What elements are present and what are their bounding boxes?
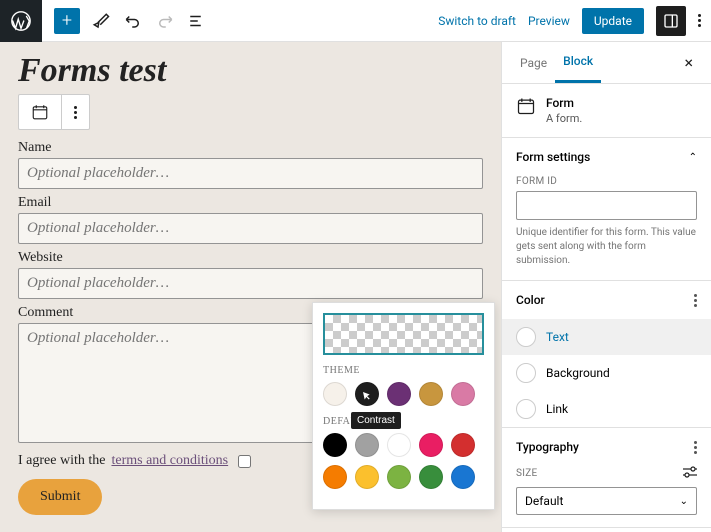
default-swatch[interactable]	[387, 465, 411, 489]
submit-button[interactable]: Submit	[18, 479, 102, 515]
custom-color-swatch[interactable]	[323, 313, 484, 355]
default-swatch[interactable]	[387, 433, 411, 457]
chevron-up-icon: ⌃	[689, 152, 697, 163]
default-swatch[interactable]	[355, 433, 379, 457]
default-swatch[interactable]	[323, 433, 347, 457]
text-color-swatch	[516, 327, 536, 347]
form-block-icon	[516, 96, 536, 119]
typography-panel-options-icon[interactable]	[694, 441, 697, 454]
block-name: Form	[546, 96, 582, 110]
default-swatch[interactable]	[323, 465, 347, 489]
color-text-row[interactable]: Text	[502, 319, 711, 355]
settings-toggle-icon[interactable]	[656, 6, 686, 36]
theme-swatch[interactable]	[323, 382, 347, 406]
form-block-icon[interactable]	[19, 95, 62, 129]
update-button[interactable]: Update	[582, 8, 644, 34]
chevron-down-icon: ⌄	[680, 496, 688, 507]
theme-swatch[interactable]	[451, 382, 475, 406]
website-label: Website	[18, 250, 483, 266]
wordpress-logo[interactable]	[0, 0, 42, 42]
dimensions-panel-header[interactable]: Dimensions +	[502, 528, 711, 532]
redo-icon[interactable]	[154, 10, 176, 32]
size-label: SIZE	[516, 468, 538, 479]
theme-swatch[interactable]	[419, 382, 443, 406]
website-input[interactable]	[18, 268, 483, 299]
settings-sidebar: Page Block × Form A form. Form settings …	[501, 42, 711, 532]
default-swatch[interactable]	[451, 465, 475, 489]
default-swatch[interactable]	[419, 465, 443, 489]
email-input[interactable]	[18, 213, 483, 244]
typography-panel-header[interactable]: Typography	[502, 428, 711, 466]
block-options-icon[interactable]	[62, 95, 89, 129]
default-swatch[interactable]	[451, 433, 475, 457]
color-panel-options-icon[interactable]	[694, 294, 697, 307]
terms-link[interactable]: terms and conditions	[111, 453, 228, 469]
color-panel-header[interactable]: Color	[502, 281, 711, 319]
email-label: Email	[18, 195, 483, 211]
preview-button[interactable]: Preview	[528, 14, 570, 28]
theme-swatch[interactable]	[387, 382, 411, 406]
swatch-tooltip: Contrast	[351, 412, 401, 429]
theme-palette-label: THEME	[323, 365, 484, 376]
outline-icon[interactable]	[186, 10, 208, 32]
font-size-select[interactable]: Default ⌄	[516, 487, 697, 515]
undo-icon[interactable]	[122, 10, 144, 32]
block-toolbar	[18, 94, 90, 130]
form-settings-panel-header[interactable]: Form settings ⌃	[502, 138, 711, 176]
consent-checkbox[interactable]	[238, 455, 251, 468]
add-block-button[interactable]: +	[54, 8, 80, 34]
form-id-label: FORM ID	[516, 176, 697, 187]
name-input[interactable]	[18, 158, 483, 189]
theme-swatch[interactable]	[355, 382, 379, 406]
tab-page[interactable]: Page	[512, 44, 555, 82]
link-color-swatch	[516, 399, 536, 419]
switch-to-draft-button[interactable]: Switch to draft	[438, 14, 516, 28]
name-label: Name	[18, 140, 483, 156]
default-palette-label: DEFAULT	[323, 416, 484, 427]
color-background-row[interactable]: Background	[502, 355, 711, 391]
default-swatch[interactable]	[419, 433, 443, 457]
background-color-swatch	[516, 363, 536, 383]
color-picker-popover: THEME Contrast DEFAULT	[312, 302, 495, 510]
color-link-row[interactable]: Link	[502, 391, 711, 427]
form-id-help: Unique identifier for this form. This va…	[516, 226, 697, 268]
consent-prefix: I agree with the	[18, 453, 105, 469]
tab-block[interactable]: Block	[555, 42, 601, 83]
default-swatch[interactable]	[355, 465, 379, 489]
more-menu-icon[interactable]	[698, 14, 701, 27]
edit-tool-icon[interactable]	[90, 10, 112, 32]
form-id-input[interactable]	[516, 191, 697, 220]
block-description: A form.	[546, 112, 582, 125]
size-settings-icon[interactable]	[683, 466, 697, 481]
close-sidebar-icon[interactable]: ×	[676, 45, 701, 80]
page-title[interactable]: Forms test	[18, 52, 483, 90]
